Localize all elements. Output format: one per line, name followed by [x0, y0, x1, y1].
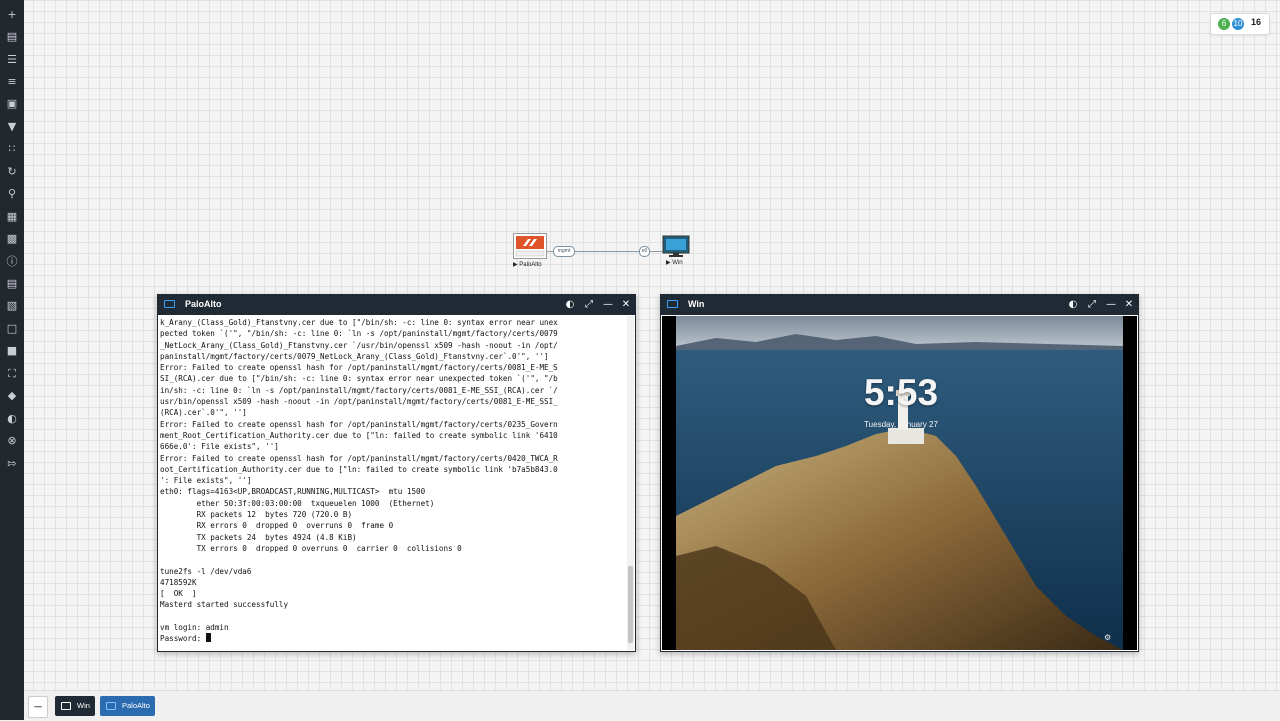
- fullscreen-icon[interactable]: ⛶: [4, 366, 20, 382]
- win-node[interactable]: [662, 235, 690, 257]
- link-e0-tag: e0: [639, 246, 650, 257]
- terminal-line: pected token `('", "/bin/sh: -c: line 0:…: [160, 329, 558, 339]
- terminal-line: oot_Certification_Authority.cer due to […: [160, 464, 558, 474]
- taskbar-item-label: Win: [77, 701, 90, 710]
- win-node-name: Win: [672, 260, 683, 266]
- terminal-line: eth0: flags=4163<UP,BROADCAST,RUNNING,MU…: [160, 487, 426, 497]
- terminal-line: TX errors 0 dropped 0 overruns 0 carrier…: [160, 543, 462, 553]
- minimize-icon[interactable]: —: [601, 298, 615, 312]
- node-status-summary: 6 10 16: [1210, 13, 1270, 35]
- tag-icon[interactable]: ◆: [4, 388, 20, 404]
- paloalto-node[interactable]: [513, 233, 547, 259]
- lock-screen-clock: 5:53: [863, 372, 939, 413]
- taskbar-item-label: PaloAlto: [122, 701, 150, 710]
- text-icon[interactable]: ≡: [4, 74, 20, 90]
- clipboard-icon[interactable]: ▧: [4, 298, 20, 314]
- close-icon[interactable]: ✕: [1122, 298, 1136, 312]
- terminal-line: [ OK ]: [160, 589, 197, 599]
- paloalto-window-titlebar[interactable]: PaloAlto ◐ ⤢ — ✕: [158, 295, 635, 315]
- terminal-line: ment_Root_Certification_Authority.cer du…: [160, 430, 558, 440]
- win-window-titlebar[interactable]: Win ◐ ⤢ — ✕: [661, 295, 1138, 315]
- lock-screen-wallpaper: [676, 316, 1123, 650]
- terminal-line: (RCA).cer`.0'", '']: [160, 408, 247, 418]
- terminal-line: 4718592K: [160, 577, 197, 587]
- info-icon[interactable]: ⓘ: [4, 254, 20, 270]
- terminal-line: RX packets 12 bytes 720 (720.0 B): [160, 510, 353, 520]
- terminal-line: Masterd started successfully: [160, 600, 289, 610]
- image-icon[interactable]: ▩: [4, 231, 20, 247]
- terminal-scrollbar[interactable]: [627, 316, 634, 650]
- remote-desktop-screen[interactable]: 5:53 Tuesday, January 27 ⚙: [662, 316, 1137, 650]
- filter-icon[interactable]: ▼: [4, 119, 20, 135]
- lock-icon[interactable]: ■: [4, 343, 20, 359]
- close-circle-icon[interactable]: ⊗: [4, 433, 20, 449]
- node-count: 16: [1251, 17, 1262, 27]
- terminal-output[interactable]: k_Arany_(Class_Gold)_Ftanstvny.cer due t…: [159, 316, 627, 650]
- monitor-icon: [106, 702, 116, 710]
- terminal-line: 666e.0': File exists", '']: [160, 442, 279, 452]
- text-cursor: [205, 633, 211, 643]
- left-toolbar: + ▤ ☰ ≡ ▣ ▼ ∷ ↻ ⚲ ▦ ▩ ⓘ ▤ ▧ □ ■ ⛶ ◆ ◐ ⊗ …: [0, 0, 24, 720]
- running-count-badge: 6: [1218, 18, 1230, 30]
- close-icon[interactable]: ✕: [619, 298, 633, 312]
- search-icon[interactable]: ⚲: [4, 186, 20, 202]
- total-count-badge: 10: [1232, 18, 1244, 30]
- password-prompt-label: Password:: [160, 634, 206, 644]
- node-icon[interactable]: ▤: [4, 29, 20, 45]
- maximize-icon[interactable]: ⤢: [582, 298, 596, 312]
- terminal-line: ': File exists", '']: [160, 476, 252, 486]
- bottom-taskbar: — Win PaloAlto: [24, 690, 1280, 721]
- monitor-icon: [667, 300, 678, 308]
- terminal-line: tune2fs -l /dev/vda6: [160, 566, 252, 576]
- terminal-line: SI_(RCA).cer due to ["/bin/sh: -c: line …: [160, 374, 558, 384]
- terminal-line: Error: Failed to create openssl hash for…: [160, 419, 558, 429]
- win-node-label: ▶ Win: [666, 260, 683, 266]
- terminal-line: _NetLock_Arany_(Class_Gold)_Ftanstvny.ce…: [160, 340, 558, 350]
- firewall-icon: [513, 233, 547, 259]
- monitor-icon: [61, 702, 71, 710]
- object-icon[interactable]: ▣: [4, 96, 20, 112]
- link-mgmt-tag: mgmt: [553, 246, 575, 257]
- password-prompt[interactable]: Password:: [160, 633, 627, 644]
- terminal-line: paninstall/mgmt/factory/certs/0079_NetLo…: [160, 351, 549, 361]
- minimize-all-button[interactable]: —: [28, 696, 48, 718]
- window-title: Win: [688, 299, 705, 309]
- theme-icon[interactable]: ◐: [1066, 298, 1080, 312]
- theme-icon[interactable]: ◐: [4, 411, 20, 427]
- terminal-line: Error: Failed to create openssl hash for…: [160, 453, 558, 463]
- document-icon[interactable]: ▤: [4, 276, 20, 292]
- terminal-line: in/sh: -c: line 0: `ln -s /opt/paninstal…: [160, 385, 558, 395]
- paloalto-console-window[interactable]: PaloAlto ◐ ⤢ — ✕ k_Arany_(Class_Gold)_Ft…: [157, 294, 636, 652]
- paloalto-node-label: ▶ PaloAlto: [513, 262, 542, 268]
- terminal-line: RX errors 0 dropped 0 overruns 0 frame 0: [160, 521, 394, 531]
- terminal-line: TX packets 24 bytes 4924 (4.8 KiB): [160, 532, 357, 542]
- window-title: PaloAlto: [185, 299, 222, 309]
- terminal-line: Error: Failed to create openssl hash for…: [160, 363, 558, 373]
- paloalto-node-name: PaloAlto: [519, 262, 542, 268]
- grid-icon[interactable]: ∷: [4, 141, 20, 157]
- maximize-icon[interactable]: ⤢: [1085, 298, 1099, 312]
- taskbar-item-win[interactable]: Win: [55, 696, 95, 716]
- terminal-line: vm login: admin: [160, 623, 229, 633]
- lock-screen-date: Tuesday, January 27: [864, 420, 938, 429]
- desktop-icon: [662, 235, 690, 257]
- terminal-line: ether 50:3f:00:03:00:00 txqueuelen 1000 …: [160, 498, 435, 508]
- refresh-icon[interactable]: ↻: [4, 164, 20, 180]
- minimize-icon[interactable]: —: [1104, 298, 1118, 312]
- map-icon[interactable]: ▦: [4, 209, 20, 225]
- terminal-line: k_Arany_(Class_Gold)_Ftanstvny.cer due t…: [160, 318, 558, 327]
- logout-icon[interactable]: ⇰: [4, 456, 20, 472]
- monitor-icon: [164, 300, 175, 308]
- terminal-line: usr/bin/openssl x509 -hash -noout -in /o…: [160, 397, 558, 407]
- plus-icon[interactable]: +: [4, 7, 20, 23]
- theme-icon[interactable]: ◐: [563, 298, 577, 312]
- chat-icon[interactable]: □: [4, 321, 20, 337]
- win-console-window[interactable]: Win ◐ ⤢ — ✕ 5:53 Tuesday, January 27 ⚙: [660, 294, 1139, 652]
- network-icon[interactable]: ☰: [4, 52, 20, 68]
- scrollbar-thumb[interactable]: [628, 566, 633, 643]
- accessibility-icon[interactable]: ⚙: [1104, 633, 1113, 642]
- taskbar-item-paloalto[interactable]: PaloAlto: [100, 696, 155, 716]
